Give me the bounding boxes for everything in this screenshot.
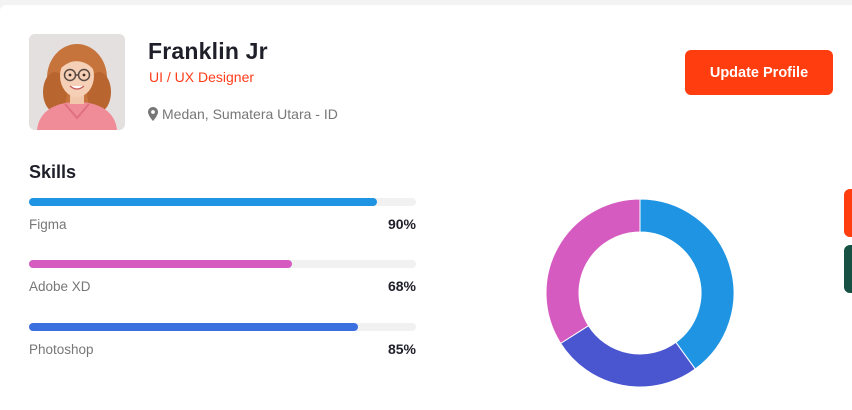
skill-photoshop: Photoshop 85% [29,323,416,365]
profile-role: UI / UX Designer [149,69,255,85]
skill-figma: Figma 90% [29,198,416,240]
donut-segment-1 [639,198,735,370]
update-profile-button[interactable]: Update Profile [685,50,833,95]
skill-label: Adobe XD [29,279,91,294]
donut-segment-3 [545,198,641,345]
skill-bar-figma [29,198,378,206]
skills-donut-chart [545,198,735,388]
map-pin-icon [148,107,158,121]
skill-label: Figma [29,217,67,232]
avatar [29,34,125,130]
location-text: Medan, Sumatera Utara - ID [162,106,338,122]
side-tab-orange[interactable] [844,189,852,237]
skills-title: Skills [29,162,77,182]
profile-card: Franklin Jr UI / UX Designer Medan, Suma… [0,5,852,410]
skill-label: Photoshop [29,342,94,357]
profile-location: Medan, Sumatera Utara - ID [148,106,338,122]
skill-track [29,198,416,206]
skill-bar-photoshop [29,323,358,331]
skill-track [29,323,416,331]
donut-segment-2 [559,324,696,388]
side-tab-green[interactable] [844,245,852,293]
skill-bar-adobe-xd [29,260,293,268]
skill-percent: 68% [387,278,416,294]
skill-percent: 90% [387,216,416,232]
profile-name: Franklin Jr [148,38,268,64]
skill-track [29,260,416,268]
skill-percent: 85% [387,341,416,357]
skill-adobe-xd: Adobe XD 68% [29,260,416,302]
